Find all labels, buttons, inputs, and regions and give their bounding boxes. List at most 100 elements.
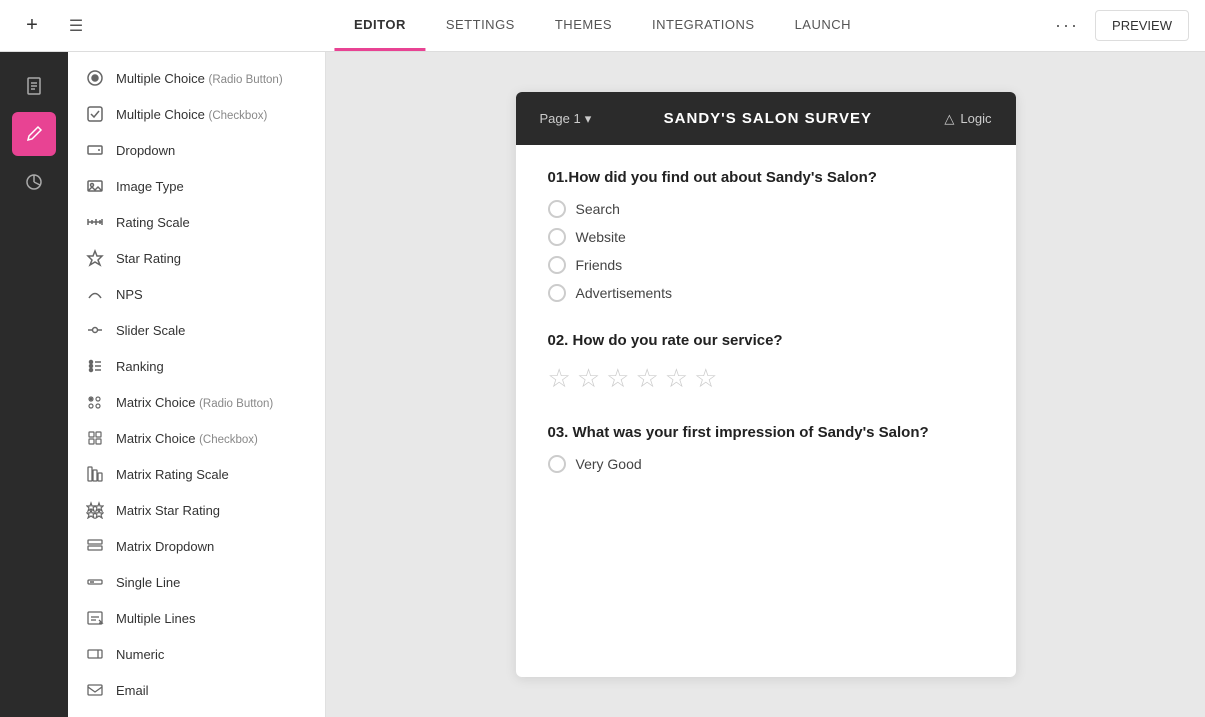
radio-circle — [548, 455, 566, 473]
component-slider-scale[interactable]: Slider Scale — [68, 312, 325, 348]
sidebar-btn-chart[interactable] — [12, 160, 56, 204]
logic-button[interactable]: △ Logic — [944, 111, 991, 127]
option-search-label: Search — [576, 201, 620, 217]
matrix-dropdown-icon — [84, 537, 106, 555]
survey-header: Page 1 ▾ SANDY'S SALON SURVEY △ Logic — [516, 92, 1016, 145]
matrix-star-icon — [84, 501, 106, 519]
image-icon — [84, 177, 106, 195]
nps-label: NPS — [116, 287, 143, 302]
image-type-label: Image Type — [116, 179, 184, 194]
component-multiple-choice-radio[interactable]: Multiple Choice (Radio Button) — [68, 60, 325, 96]
star-2[interactable]: ☆ — [577, 363, 600, 394]
question-3-text: 03. What was your first impression of Sa… — [548, 424, 984, 441]
component-multiple-lines[interactable]: Multiple Lines — [68, 600, 325, 636]
nav-left: + ☰ — [16, 10, 92, 42]
component-star-rating[interactable]: Star Rating — [68, 240, 325, 276]
question-2-number: 02. — [548, 332, 569, 349]
option-website[interactable]: Website — [548, 228, 984, 246]
sidebar-btn-document[interactable] — [12, 64, 56, 108]
nav-right: ··· PREVIEW — [1055, 10, 1189, 41]
survey-body: 01.How did you find out about Sandy's Sa… — [516, 145, 1016, 527]
multiple-lines-label: Multiple Lines — [116, 611, 196, 626]
component-nps[interactable]: NPS — [68, 276, 325, 312]
single-line-icon — [84, 573, 106, 591]
sidebar-btn-edit[interactable] — [12, 112, 56, 156]
component-rating-scale[interactable]: Rating Scale — [68, 204, 325, 240]
preview-button[interactable]: PREVIEW — [1095, 10, 1189, 41]
component-full-name[interactable]: Full Name — [68, 708, 325, 717]
star-3[interactable]: ☆ — [606, 363, 629, 394]
logic-triangle-icon: △ — [944, 111, 954, 127]
single-line-label: Single Line — [116, 575, 180, 590]
component-matrix-choice-checkbox[interactable]: Matrix Choice (Checkbox) — [68, 420, 325, 456]
logic-label: Logic — [960, 111, 991, 126]
tab-editor[interactable]: EDITOR — [334, 1, 426, 51]
rating-scale-label: Rating Scale — [116, 215, 190, 230]
component-matrix-star-rating[interactable]: Matrix Star Rating — [68, 492, 325, 528]
option-ads-label: Advertisements — [576, 285, 672, 301]
slider-scale-label: Slider Scale — [116, 323, 185, 338]
page-selector[interactable]: Page 1 ▾ — [540, 111, 592, 127]
nps-icon — [84, 285, 106, 303]
icon-sidebar — [0, 52, 68, 717]
star-icon — [84, 249, 106, 267]
matrix-dropdown-label: Matrix Dropdown — [116, 539, 214, 554]
ranking-icon — [84, 357, 106, 375]
tab-themes[interactable]: THEMES — [535, 1, 632, 51]
tab-launch[interactable]: LAUNCH — [775, 1, 871, 51]
email-icon — [84, 681, 106, 699]
option-friends[interactable]: Friends — [548, 256, 984, 274]
add-button[interactable]: + — [16, 10, 48, 42]
component-image-type[interactable]: Image Type — [68, 168, 325, 204]
slider-icon — [84, 321, 106, 339]
question-1: 01.How did you find out about Sandy's Sa… — [548, 169, 984, 302]
numeric-label: Numeric — [116, 647, 164, 662]
star-6[interactable]: ☆ — [694, 363, 717, 394]
star-1[interactable]: ☆ — [548, 363, 571, 394]
more-options-button[interactable]: ··· — [1055, 15, 1079, 36]
option-very-good-label: Very Good — [576, 456, 642, 472]
rating-scale-icon — [84, 213, 106, 231]
radio-circle — [548, 284, 566, 302]
ranking-label: Ranking — [116, 359, 164, 374]
radio-circle — [548, 228, 566, 246]
question-3: 03. What was your first impression of Sa… — [548, 424, 984, 473]
email-label: Email — [116, 683, 149, 698]
option-website-label: Website — [576, 229, 626, 245]
component-dropdown[interactable]: Dropdown — [68, 132, 325, 168]
matrix-checkbox-icon — [84, 429, 106, 447]
radio-icon — [84, 69, 106, 87]
tab-integrations[interactable]: INTEGRATIONS — [632, 1, 775, 51]
component-matrix-dropdown[interactable]: Matrix Dropdown — [68, 528, 325, 564]
option-friends-label: Friends — [576, 257, 623, 273]
option-very-good[interactable]: Very Good — [548, 455, 984, 473]
star-rating-row: ☆ ☆ ☆ ☆ ☆ ☆ — [548, 363, 984, 394]
multiple-lines-icon — [84, 609, 106, 627]
menu-button[interactable]: ☰ — [60, 10, 92, 42]
matrix-rating-scale-label: Matrix Rating Scale — [116, 467, 229, 482]
component-matrix-rating-scale[interactable]: Matrix Rating Scale — [68, 456, 325, 492]
option-search[interactable]: Search — [548, 200, 984, 218]
checkbox-icon — [84, 105, 106, 123]
matrix-rating-icon — [84, 465, 106, 483]
tab-settings[interactable]: SETTINGS — [426, 1, 535, 51]
component-sidebar: Multiple Choice (Radio Button) Multiple … — [68, 52, 326, 717]
option-advertisements[interactable]: Advertisements — [548, 284, 984, 302]
page-label: Page 1 — [540, 111, 581, 126]
component-multiple-choice-checkbox[interactable]: Multiple Choice (Checkbox) — [68, 96, 325, 132]
component-numeric[interactable]: Numeric — [68, 636, 325, 672]
star-4[interactable]: ☆ — [635, 363, 658, 394]
numeric-icon — [84, 645, 106, 663]
nav-tabs: EDITOR SETTINGS THEMES INTEGRATIONS LAUN… — [334, 1, 871, 51]
page-chevron-icon: ▾ — [585, 111, 592, 127]
star-5[interactable]: ☆ — [665, 363, 688, 394]
component-single-line[interactable]: Single Line — [68, 564, 325, 600]
star-rating-label: Star Rating — [116, 251, 181, 266]
radio-circle — [548, 200, 566, 218]
question-3-number: 03. — [548, 424, 569, 441]
component-email[interactable]: Email — [68, 672, 325, 708]
question-1-text: 01.How did you find out about Sandy's Sa… — [548, 169, 984, 186]
component-ranking[interactable]: Ranking — [68, 348, 325, 384]
component-matrix-choice-radio[interactable]: Matrix Choice (Radio Button) — [68, 384, 325, 420]
survey-card: Page 1 ▾ SANDY'S SALON SURVEY △ Logic 01… — [516, 92, 1016, 677]
